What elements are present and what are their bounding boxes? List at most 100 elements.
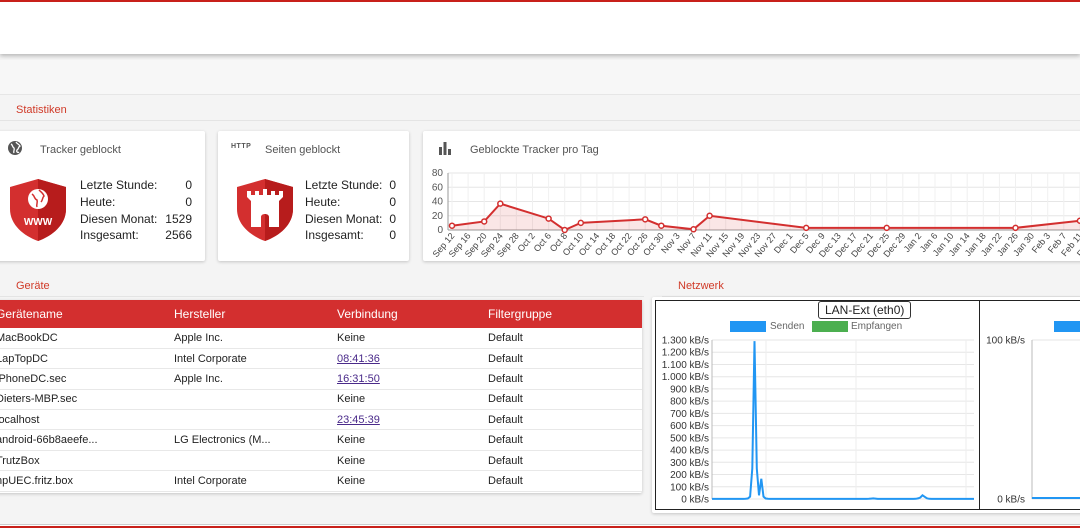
shield-www-icon: WWW bbox=[10, 179, 66, 241]
cell-text: android-66b8aeefe... bbox=[0, 434, 98, 447]
stat-value: 0 bbox=[389, 211, 396, 226]
device-name-cell: npUEC.fritz.box bbox=[0, 470, 174, 492]
legend-label-senden: Senden bbox=[770, 321, 805, 332]
section-title-network: Netzwerk bbox=[678, 280, 724, 292]
device-connection-cell: 16:31:50 bbox=[337, 368, 488, 390]
y-tick-label: 700 kB/s bbox=[670, 409, 709, 420]
device-vendor-cell bbox=[174, 389, 337, 411]
device-name-cell: android-66b8aeefe... bbox=[0, 429, 174, 451]
y-tick-label: 1.000 kB/s bbox=[662, 372, 709, 383]
y-tick-label: 300 kB/s bbox=[670, 458, 709, 469]
stat-row: Heute: 0 bbox=[305, 194, 396, 211]
cell-text: Default bbox=[488, 413, 523, 426]
cell-text: Keine bbox=[337, 434, 366, 447]
cell-text: iPhoneDC.sec bbox=[0, 372, 67, 385]
table-row[interactable]: MacBookDC Apple Inc. Keine Default bbox=[0, 328, 642, 349]
device-group-cell: Default bbox=[488, 470, 642, 492]
stat-value: 0 bbox=[389, 228, 396, 243]
data-point bbox=[658, 222, 665, 229]
stat-label: Insgesamt: bbox=[305, 228, 364, 243]
data-point bbox=[448, 222, 456, 229]
device-name-cell: MacBookDC bbox=[0, 328, 174, 349]
table-row[interactable]: iPhoneDC.sec Apple Inc. 16:31:50 Default bbox=[0, 368, 642, 390]
column-header-group[interactable]: Filtergruppe bbox=[488, 300, 642, 328]
network-traffic-chart-secondary: 100 kB/s 0 kB/s bbox=[986, 336, 1080, 506]
pages-blocked-card: HTTP Seiten geblockt Letzte Stunde: 0 Heu… bbox=[218, 131, 409, 261]
device-group-cell: Default bbox=[488, 389, 642, 411]
stat-label: Heute: bbox=[305, 194, 341, 209]
globe-icon bbox=[8, 141, 22, 155]
table-row[interactable]: TrutzBox Keine Default bbox=[0, 450, 642, 472]
cell-text: npUEC.fritz.box bbox=[0, 474, 74, 487]
table-header-row: Gerätename Hersteller Verbindung Filterg… bbox=[0, 300, 642, 328]
device-connection-cell: 23:45:39 bbox=[337, 409, 488, 431]
cell-text: Default bbox=[488, 474, 523, 487]
cell-text: Default bbox=[488, 352, 523, 365]
data-point bbox=[802, 224, 810, 232]
stat-value: 0 bbox=[185, 178, 192, 192]
device-vendor-cell: Intel Corporate bbox=[174, 348, 337, 370]
y-tick-label: 1.200 kB/s bbox=[662, 348, 709, 359]
connection-link[interactable]: 16:31:50 bbox=[337, 373, 380, 385]
stat-row: Insgesamt: 2566 bbox=[80, 227, 192, 244]
data-point bbox=[706, 212, 713, 219]
stat-row: Letzte Stunde: 0 bbox=[80, 177, 192, 194]
data-point bbox=[883, 224, 890, 232]
y-tick-label: 0 bbox=[437, 225, 443, 236]
cell-text: Default bbox=[488, 331, 523, 344]
stat-label: Letzte Stunde: bbox=[80, 178, 158, 192]
y-tick-label: 1.300 kB/s bbox=[662, 336, 709, 347]
column-header-vendor[interactable]: Hersteller bbox=[174, 300, 337, 328]
device-group-cell: Default bbox=[488, 328, 642, 349]
data-point bbox=[497, 200, 504, 207]
device-group-cell: Default bbox=[488, 348, 642, 370]
device-group-cell: Default bbox=[488, 368, 642, 390]
connection-link[interactable]: 23:45:39 bbox=[337, 414, 380, 426]
cell-text: localhost bbox=[0, 413, 40, 426]
shield-castle-icon bbox=[237, 179, 293, 241]
device-name-cell: Dieters-MBP.sec bbox=[0, 389, 174, 411]
stat-value: 2566 bbox=[165, 228, 192, 243]
device-name-cell: LapTopDC bbox=[0, 348, 174, 370]
cell-text: Apple Inc. bbox=[174, 331, 223, 344]
cell-text: Keine bbox=[337, 474, 366, 487]
column-header-connection[interactable]: Verbindung bbox=[337, 300, 488, 328]
device-group-cell: Default bbox=[488, 409, 642, 431]
y-tick-label: 800 kB/s bbox=[670, 397, 709, 408]
interface-label: LAN-Ext (eth0) bbox=[818, 301, 912, 319]
stat-label: Diesen Monat: bbox=[305, 211, 383, 226]
cell-text: Keine bbox=[337, 393, 366, 406]
table-row[interactable]: android-66b8aeefe... LG Electronics (M...… bbox=[0, 429, 642, 451]
stat-value: 0 bbox=[389, 178, 396, 192]
y-tick-label: 60 bbox=[432, 182, 444, 193]
device-vendor-cell: Intel Corporate bbox=[174, 470, 337, 492]
cell-text: Default bbox=[488, 393, 523, 406]
http-icon: HTTP bbox=[231, 143, 252, 150]
table-row[interactable]: Dieters-MBP.sec Keine Default bbox=[0, 389, 642, 411]
cell-text: Keine bbox=[337, 331, 366, 344]
device-group-cell: Default bbox=[488, 450, 642, 472]
data-point bbox=[690, 226, 697, 233]
tracker-per-day-chart: 020406080Sep 12Sep 16Sep 20Sep 24Sep 28O… bbox=[431, 168, 1080, 259]
y-tick-label: 100 kB/s bbox=[986, 336, 1025, 347]
table-row[interactable]: localhost 23:45:39 Default bbox=[0, 409, 642, 431]
y-tick-label: 20 bbox=[432, 211, 444, 222]
legend-swatch-secondary bbox=[1054, 321, 1080, 332]
cell-text: Intel Corporate bbox=[174, 352, 247, 365]
device-vendor-cell: LG Electronics (M... bbox=[174, 429, 337, 451]
device-vendor-cell: Apple Inc. bbox=[174, 368, 337, 390]
cell-text: Default bbox=[488, 454, 523, 467]
table-row[interactable]: npUEC.fritz.box Intel Corporate Keine Defau… bbox=[0, 470, 642, 492]
device-name-cell: iPhoneDC.sec bbox=[0, 368, 174, 390]
breadcrumb-bar bbox=[0, 60, 1080, 95]
y-tick-label: 400 kB/s bbox=[670, 446, 709, 457]
device-name-cell: TrutzBox bbox=[0, 450, 174, 472]
column-header-name[interactable]: Gerätename bbox=[0, 300, 174, 328]
y-tick-label: 0 kB/s bbox=[997, 495, 1025, 506]
cell-text: Keine bbox=[337, 454, 366, 467]
connection-link[interactable]: 08:41:36 bbox=[337, 353, 380, 365]
data-point bbox=[480, 218, 488, 225]
card-title: Geblockte Tracker pro Tag bbox=[470, 144, 599, 156]
table-row[interactable]: LapTopDC Intel Corporate 08:41:36 Default bbox=[0, 348, 642, 370]
y-tick-label: 100 kB/s bbox=[670, 482, 709, 493]
